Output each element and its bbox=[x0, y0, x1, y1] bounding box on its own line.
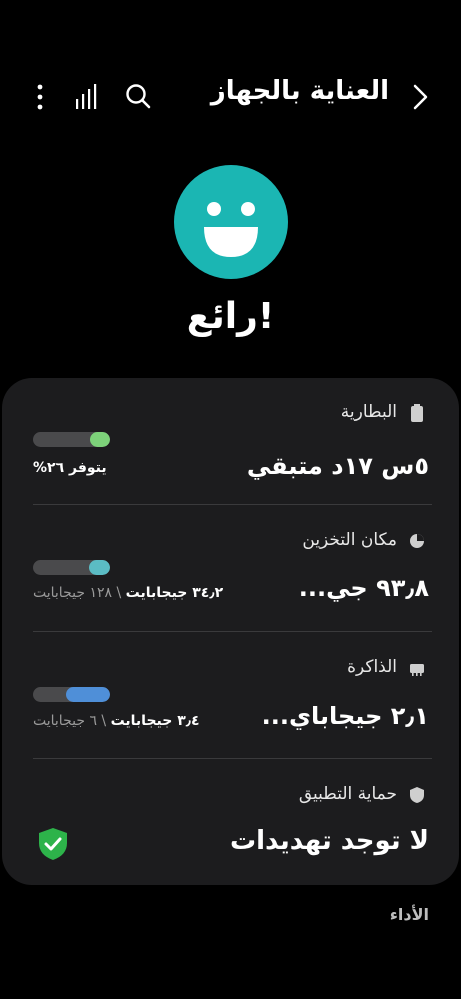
battery-bar bbox=[33, 432, 110, 447]
storage-total: ١٢٨ جيجابايت bbox=[33, 585, 112, 601]
memory-used: ٣٫٤ جيجابايت bbox=[110, 713, 200, 729]
divider bbox=[33, 631, 432, 632]
battery-label: البطارية bbox=[340, 402, 397, 422]
battery-bar-fill bbox=[89, 432, 110, 447]
memory-separator: \ bbox=[96, 713, 111, 729]
storage-separator: \ bbox=[112, 585, 126, 601]
memory-bar bbox=[33, 687, 110, 702]
shield-icon bbox=[410, 787, 424, 803]
storage-pie-icon bbox=[410, 534, 424, 548]
device-care-card: البطارية ٥س ١٧د متبقي يتوفر ٢٦% مكان الت… bbox=[2, 378, 459, 885]
search-icon[interactable] bbox=[123, 81, 153, 111]
more-vert-icon[interactable] bbox=[30, 82, 50, 112]
page-title: العناية بالجهاز bbox=[210, 76, 389, 106]
memory-bar-fill bbox=[66, 687, 110, 702]
storage-used: ٣٤٫٢ جيجابايت bbox=[125, 585, 224, 601]
divider bbox=[33, 758, 432, 759]
performance-label: الأداء bbox=[389, 905, 429, 924]
signal-bars-icon[interactable] bbox=[74, 83, 100, 111]
memory-chip-icon bbox=[410, 664, 424, 676]
app-protection-label: حماية التطبيق bbox=[298, 784, 397, 804]
battery-icon bbox=[411, 404, 423, 422]
memory-total: ٦ جيجابايت bbox=[33, 713, 97, 729]
storage-bar-fill bbox=[89, 560, 110, 575]
divider bbox=[33, 504, 432, 505]
battery-saving: يتوفر ٢٦% bbox=[33, 460, 107, 476]
chevron-back-icon[interactable] bbox=[407, 82, 433, 112]
storage-bar bbox=[33, 560, 110, 575]
storage-value: ٩٣٫٨ جي... bbox=[298, 574, 429, 602]
memory-label: الذاكرة bbox=[347, 657, 397, 677]
memory-usage: ٣٫٤ جيجابايت \ ٦ جيجابايت bbox=[33, 713, 200, 729]
storage-usage: ٣٤٫٢ جيجابايت \ ١٢٨ جيجابايت bbox=[33, 585, 223, 601]
status-label: رائع! bbox=[186, 296, 275, 337]
memory-value: ٢٫١ جيجاباي... bbox=[261, 702, 429, 730]
shield-check-icon bbox=[39, 828, 67, 860]
battery-value: ٥س ١٧د متبقي bbox=[246, 452, 429, 480]
status-face-icon bbox=[174, 165, 288, 279]
storage-label: مكان التخزين bbox=[302, 530, 397, 550]
app-protection-value: لا توجد تهديدات bbox=[229, 826, 429, 856]
